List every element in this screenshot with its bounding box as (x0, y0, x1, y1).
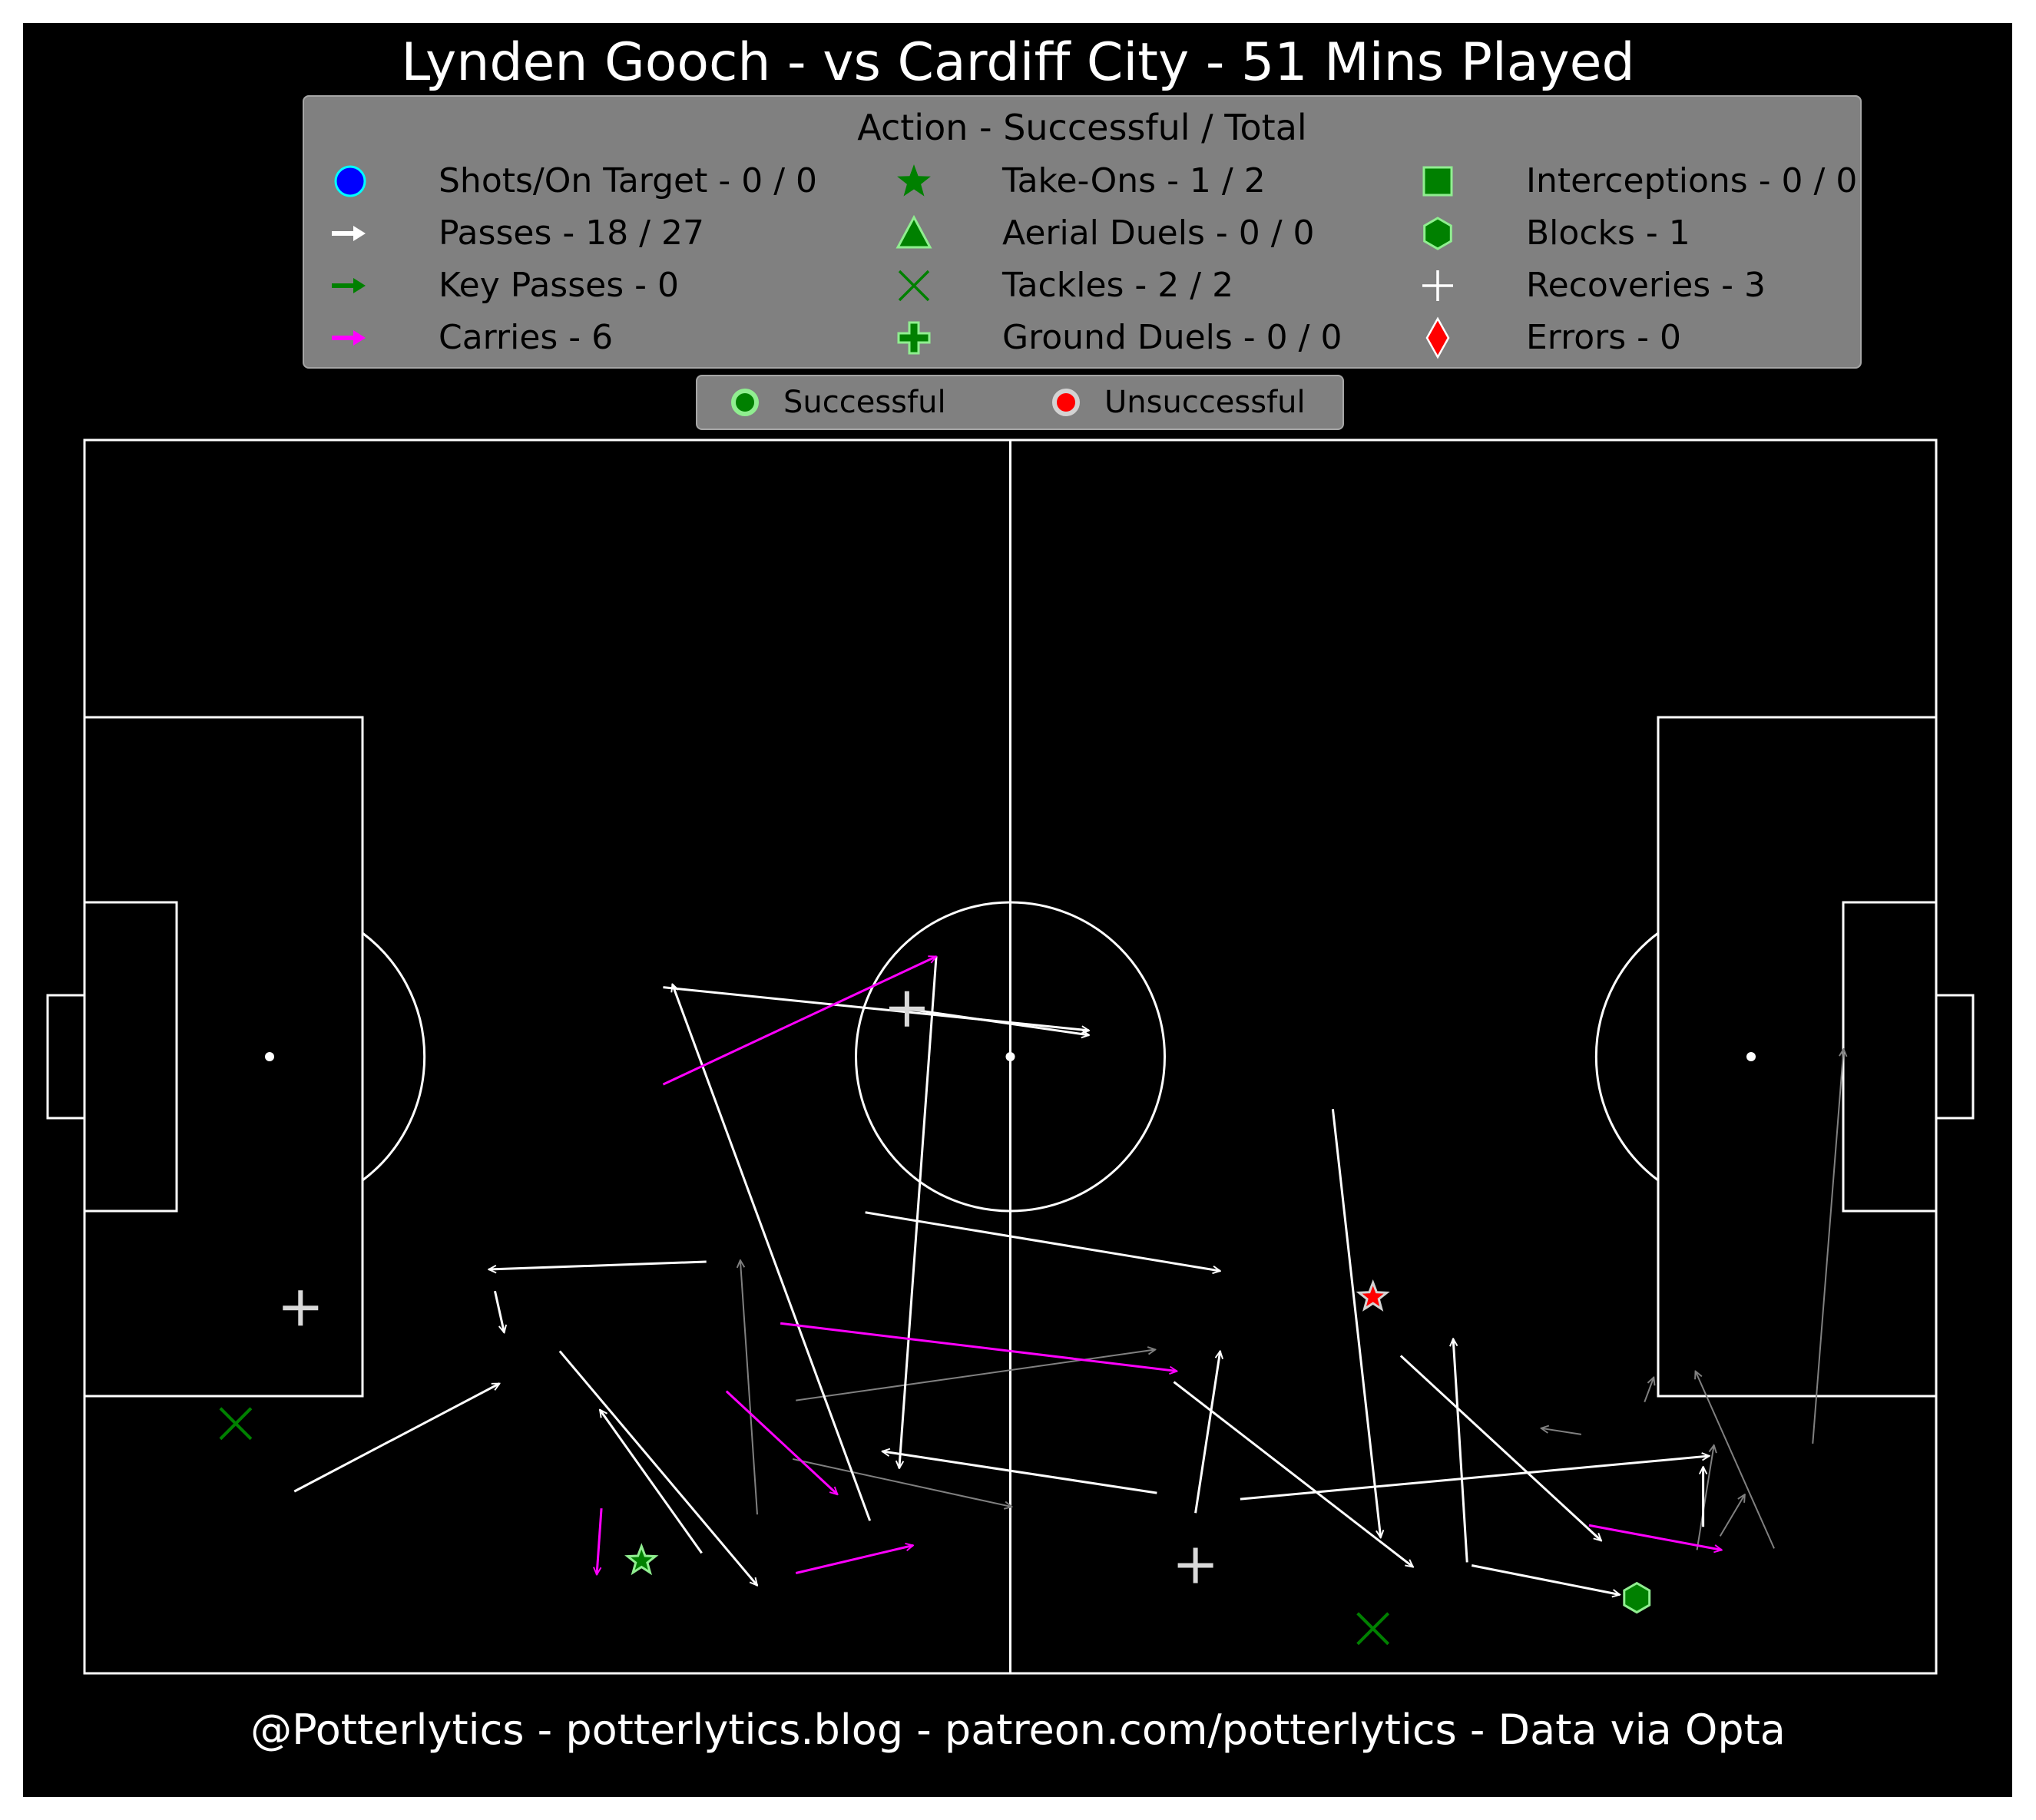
unsuccessful-pass-arrow (740, 1260, 758, 1515)
successful-pass-arrow (663, 986, 1089, 1031)
take-on-star-marker (1356, 1279, 1390, 1312)
legend-label: Recoveries - 3 (1526, 266, 1766, 305)
left-six-yard-box (83, 901, 178, 1213)
ground-duel-plus-icon (897, 321, 931, 355)
stage: Lynden Gooch - vs Cardiff City - 51 Mins… (0, 0, 2036, 1820)
successful-pass-arrow (1471, 1564, 1620, 1594)
legend-label: Blocks - 1 (1526, 213, 1690, 253)
interception-square-icon (1422, 166, 1453, 197)
left-penalty-box (83, 716, 364, 1398)
carry-arrow (780, 1322, 1177, 1371)
action-legend: Action - Successful / Total Shots/On Tar… (303, 95, 1862, 369)
left-penalty-arc (362, 932, 426, 1182)
tackle-x-marker (219, 1407, 253, 1441)
tackle-x-marker (1356, 1612, 1390, 1646)
carry-arrow (1588, 1524, 1722, 1550)
successful-pass-arrow (899, 956, 938, 1468)
successful-pass-arrow (558, 1350, 757, 1585)
unsuccessful-pass-arrow (1644, 1378, 1654, 1403)
pass-arrow-icon (332, 226, 366, 241)
successful-pass-arrow (1194, 1351, 1220, 1514)
unsuccessful-dot-icon (1052, 389, 1080, 416)
legend-label: Tackles - 2 / 2 (1002, 266, 1234, 305)
successful-pass-arrow (1240, 1456, 1710, 1501)
recovery-plus-icon (1422, 270, 1453, 301)
recovery-plus-marker (1177, 1547, 1213, 1583)
legend-title: Action - Successful / Total (857, 107, 1307, 148)
take-on-star-icon (897, 164, 931, 197)
successful-pass-arrow (672, 984, 872, 1521)
successful-pass-arrow (1173, 1381, 1412, 1567)
unsuccessful-pass-arrow (796, 1349, 1155, 1401)
right-six-yard-box (1842, 901, 1938, 1213)
successful-pass-arrow (1331, 1109, 1380, 1537)
right-penalty-box (1657, 716, 1938, 1398)
recovery-plus-marker (889, 991, 925, 1027)
successful-dot-icon (731, 389, 759, 416)
successful-pass-arrow (493, 1290, 504, 1332)
event-layer (219, 955, 1844, 1646)
shot-circle-icon (334, 165, 366, 197)
successful-pass-arrow (865, 1211, 1220, 1271)
recovery-plus-marker (283, 1290, 319, 1326)
left-goal (46, 994, 86, 1120)
carry-arrow (597, 1508, 603, 1574)
successful-pass-arrow (882, 1451, 1157, 1494)
take-on-star-marker (624, 1543, 659, 1576)
unsuccessful-pass-arrow (1719, 1494, 1745, 1537)
right-penalty-spot (1746, 1052, 1756, 1061)
unsuccessful-pass-arrow (1541, 1428, 1582, 1435)
outcome-label: Successful (783, 385, 946, 420)
legend-label: Ground Duels - 0 / 0 (1002, 318, 1342, 357)
legend-label: Interceptions - 0 / 0 (1526, 161, 1858, 200)
carry-arrow (795, 1545, 913, 1574)
legend-label: Shots/On Target - 0 / 0 (439, 161, 818, 200)
successful-pass-arrow (488, 1260, 707, 1269)
outcome-label: Unsuccessful (1104, 385, 1306, 420)
successful-pass-arrow (1399, 1355, 1601, 1540)
legend-label: Errors - 0 (1526, 318, 1682, 357)
right-goal (1935, 994, 1975, 1120)
legend-label: Passes - 18 / 27 (439, 213, 704, 253)
successful-pass-arrow (906, 1008, 1089, 1035)
carry-arrow-icon (332, 330, 366, 346)
block-hexagon-marker (1623, 1581, 1651, 1614)
successful-pass-arrow (600, 1410, 703, 1554)
error-diamond-icon (1425, 316, 1450, 359)
aerial-triangle-icon (896, 214, 932, 249)
chart-title: Lynden Gooch - vs Cardiff City - 51 Mins… (401, 32, 1635, 93)
legend-label: Take-Ons - 1 / 2 (1002, 161, 1266, 200)
legend-label: Key Passes - 0 (439, 266, 679, 305)
successful-pass-arrow (293, 1382, 499, 1493)
key-pass-arrow-icon (332, 278, 366, 293)
credits-footer: @Potterlytics - potterlytics.blog - patr… (250, 1706, 1786, 1754)
outcome-legend: Successful Unsuccessful (696, 375, 1344, 430)
carry-arrow (662, 955, 936, 1086)
unsuccessful-pass-arrow (1696, 1372, 1775, 1549)
carry-arrow (725, 1390, 838, 1495)
legend-label: Aerial Duels - 0 / 0 (1002, 213, 1315, 253)
unsuccessful-pass-arrow (1696, 1445, 1714, 1550)
successful-pass-arrow (1453, 1339, 1468, 1563)
unsuccessful-pass-arrow (1812, 1049, 1843, 1444)
block-hexagon-icon (1423, 217, 1452, 250)
left-penalty-spot (265, 1052, 274, 1061)
centre-spot (1005, 1052, 1015, 1061)
legend-label: Carries - 6 (439, 318, 614, 357)
right-penalty-arc (1594, 932, 1659, 1182)
tackle-x-icon (898, 270, 930, 302)
